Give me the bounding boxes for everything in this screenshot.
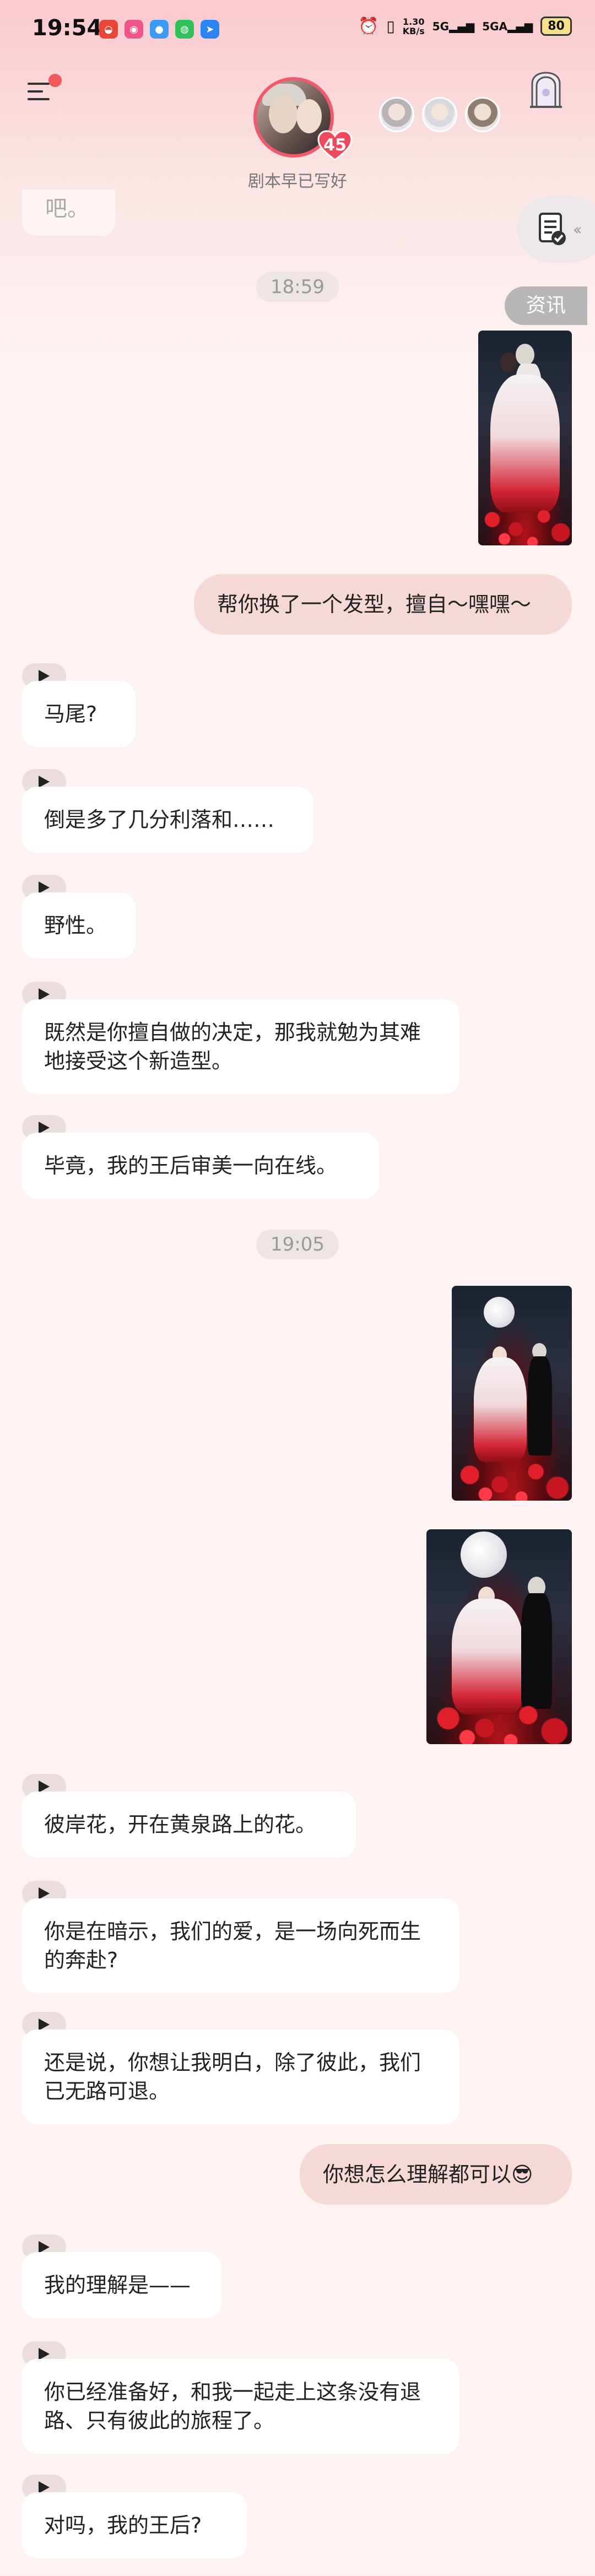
collapse-arrows-icon[interactable]: ‹‹ <box>573 220 582 239</box>
heart-count: 45 <box>323 136 347 155</box>
alarm-icon: ⏰ <box>358 17 379 36</box>
received-message[interactable]: 既然是你擅自做的决定，那我就勉为其难地接受这个新造型。 <box>22 999 459 1094</box>
app-notification-icon: ◉ <box>125 20 143 39</box>
member-avatar[interactable] <box>422 97 457 132</box>
battery-indicator: 80 <box>540 17 572 36</box>
vibrate-icon: ▯ <box>386 17 395 35</box>
status-app-icons: ◒ ◉ ● ◍ ➤ <box>99 20 219 39</box>
member-avatar[interactable] <box>465 97 500 132</box>
signal-5ga: 5GA▂▄▆ <box>482 19 533 33</box>
sent-image[interactable] <box>452 1286 572 1501</box>
timestamp-row: 18:59 <box>0 272 595 302</box>
received-message[interactable]: 彼岸花，开在黄泉路上的花。 <box>22 1792 356 1858</box>
timestamp: 19:05 <box>256 1230 339 1259</box>
received-message[interactable]: 你已经准备好，和我一起走上这条没有退路、只有彼此的旅程了。 <box>22 2359 459 2454</box>
sent-image[interactable] <box>478 331 572 545</box>
previous-message-text: 吧。 <box>45 196 89 221</box>
member-avatar[interactable] <box>379 97 414 132</box>
received-message[interactable]: 我的理解是—— <box>22 2252 221 2318</box>
sent-message[interactable]: 帮你换了一个发型，擅自～嘿嘿～ <box>194 574 572 635</box>
signal-5g: 5G▂▄▆ <box>432 19 475 33</box>
received-message[interactable]: 你是在暗示，我们的爱，是一场向死而生的奔赴? <box>22 1898 459 1993</box>
status-time: 19:54 <box>32 15 102 41</box>
received-message[interactable]: 倒是多了几分利落和…… <box>22 787 313 853</box>
received-message[interactable]: 毕竟，我的王后审美一向在线。 <box>22 1133 379 1199</box>
sent-message[interactable]: 你想怎么理解都可以😎 <box>300 2144 572 2205</box>
received-message[interactable]: 马尾? <box>22 681 136 747</box>
sent-image[interactable] <box>426 1529 572 1744</box>
app-notification-icon: ◒ <box>99 20 118 39</box>
app-notification-icon: ● <box>150 20 169 39</box>
group-avatars[interactable] <box>379 97 500 132</box>
received-message[interactable]: 野性。 <box>22 892 136 959</box>
notification-dot <box>48 74 62 87</box>
received-message[interactable]: 还是说，你想让我明白，除了彼此，我们已无路可退。 <box>22 2030 459 2124</box>
timestamp-row: 19:05 <box>0 1230 595 1259</box>
document-check-icon[interactable] <box>537 212 567 247</box>
heart-badge: 45 <box>317 130 353 161</box>
received-message[interactable]: 对吗，我的王后? <box>22 2492 247 2558</box>
story-book-icon[interactable] <box>528 71 564 110</box>
timestamp: 18:59 <box>256 272 339 302</box>
menu-icon[interactable] <box>28 74 62 105</box>
status-right: ⏰ ▯ 1.30 KB/s 5G▂▄▆ 5GA▂▄▆ 80 <box>358 17 572 36</box>
app-notification-icon: ➤ <box>201 20 219 39</box>
net-rate: 1.30 KB/s <box>402 16 425 36</box>
wechat-icon: ◍ <box>175 20 194 39</box>
header-subtitle: 剧本早已写好 <box>248 172 347 191</box>
